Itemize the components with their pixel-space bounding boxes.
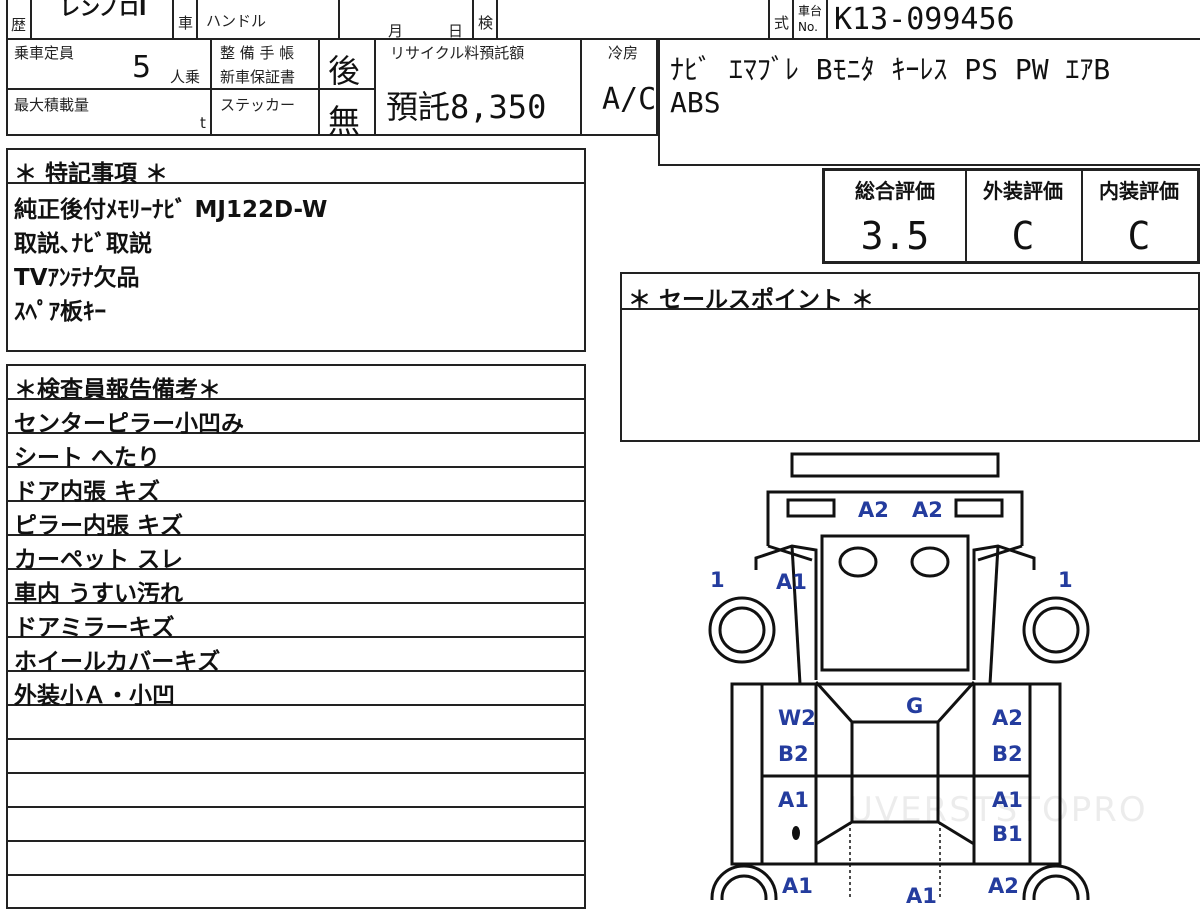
equipment-line-2: ABS — [670, 86, 721, 119]
report-line: ドアミラーキズ — [14, 615, 175, 641]
capacity-unit: 人乗 — [170, 68, 201, 86]
damage-mark: A1 — [776, 570, 807, 594]
damage-mark: 1 — [1058, 568, 1073, 592]
damage-mark: W2 — [778, 706, 816, 730]
chassis-label-top: 車台 — [798, 4, 823, 18]
capacity-label: 乗車定員 — [14, 44, 75, 62]
car-damage-diagram — [708, 452, 1090, 900]
report-line: ホイールカバーキズ — [14, 649, 221, 675]
damage-mark: B2 — [992, 742, 1023, 766]
recycle-value: 預託8,350 — [386, 88, 547, 126]
overall-grade-value: 3.5 — [860, 214, 930, 258]
max-load-unit: t — [200, 114, 206, 132]
overall-grade-label: 総合評価 — [855, 179, 935, 203]
capacity-value: 5 — [132, 50, 152, 85]
model-name: レンノロI — [60, 0, 147, 20]
report-line: 外装小Ａ・小凹 — [14, 683, 175, 709]
sticker-label: ステッカー — [220, 96, 296, 114]
special-note-line: TVｱﾝﾃﾅ欠品 — [14, 265, 140, 291]
damage-mark: A2 — [988, 874, 1019, 898]
exterior-grade-value: C — [1011, 214, 1035, 258]
special-note-line: 純正後付ﾒﾓﾘｰﾅﾋﾞ MJ122D-W — [14, 197, 328, 223]
report-line: ピラー内張 キズ — [14, 513, 184, 539]
chassis-label-bottom: No. — [798, 20, 818, 34]
headlight-right — [910, 546, 950, 578]
front-bumper — [790, 452, 1000, 478]
damage-mark: 1 — [710, 568, 725, 592]
max-load-label: 最大積載量 — [14, 96, 90, 114]
special-notes-title: ＊ 特記事項 ＊ — [14, 161, 169, 187]
special-note-line: 取説､ﾅﾋﾞ取説 — [14, 231, 152, 257]
fender-left — [754, 544, 818, 680]
special-notes-box: ＊ 特記事項 ＊ 純正後付ﾒﾓﾘｰﾅﾋﾞ MJ122D-W 取説､ﾅﾋﾞ取説 T… — [6, 148, 586, 352]
handle-label: ハンドル — [206, 12, 267, 30]
grille-left — [786, 498, 836, 518]
damage-mark: A1 — [778, 788, 809, 812]
chassis-number: K13-099456 — [834, 2, 1015, 37]
maintenance-label-1: 整 備 手 帳 — [220, 44, 295, 62]
sales-point-box: ＊ セールスポイント ＊ — [620, 272, 1200, 442]
history-label: 歴 — [11, 16, 27, 34]
damage-mark: G — [906, 694, 924, 718]
grille-right — [954, 498, 1004, 518]
equipment-box: ﾅﾋﾞ ｴﾏﾌﾞﾚ Bﾓﾆﾀ ｷｰﾚｽ PS PW ｴｱB ABS — [658, 38, 1200, 166]
sticker-value: 無 — [328, 102, 361, 140]
damage-mark: A1 — [906, 884, 937, 908]
watermark: UVERSTSTOPRO — [848, 790, 1148, 830]
aircon-label: 冷房 — [608, 44, 639, 62]
damage-mark: A2 — [858, 498, 889, 522]
fender-right — [972, 544, 1036, 680]
report-line: カーペット スレ — [14, 547, 184, 573]
maintenance-label-2: 新車保証書 — [220, 68, 296, 86]
type-label: 式 — [774, 14, 790, 32]
damage-mark: A1 — [782, 874, 813, 898]
interior-grade-label: 内装評価 — [1099, 179, 1179, 203]
inspector-report-box: ＊検査員報告備考＊ センターピラー小凹み シート へたり ドア内張 キズ ピラー… — [6, 364, 586, 909]
aircon-value: A/C — [602, 82, 657, 117]
report-line: ドア内張 キズ — [14, 479, 161, 505]
header-row: 歴 レンノロI 車 ハンドル 月 日 検 式 車台 No. K13-099456 — [6, 0, 1200, 40]
headlight-left — [838, 546, 878, 578]
recycle-label: リサイクル料預託額 — [390, 44, 525, 62]
report-line: シート へたり — [14, 445, 161, 471]
sales-point-title: ＊ セールスポイント ＊ — [628, 287, 875, 313]
exterior-grade-label: 外装評価 — [983, 179, 1063, 203]
special-note-line: ｽﾍﾟｱ板ｷｰ — [14, 299, 106, 325]
report-line: 車内 うすい汚れ — [14, 581, 184, 607]
damage-mark: A2 — [912, 498, 943, 522]
interior-grade-value: C — [1127, 214, 1151, 258]
report-line: センターピラー小凹み — [14, 411, 244, 437]
specs-block: 乗車定員 5 人乗 整 備 手 帳 新車保証書 後 最大積載量 t ステッカー … — [6, 38, 658, 140]
maintenance-value: 後 — [328, 52, 361, 90]
damage-mark: A2 — [992, 706, 1023, 730]
inspection-label: 検 — [478, 14, 494, 32]
damage-mark: B2 — [778, 742, 809, 766]
grades-box: 総合評価 外装評価 内装評価 3.5 C C — [822, 168, 1200, 264]
car-label: 車 — [178, 14, 194, 32]
equipment-line-1: ﾅﾋﾞ ｴﾏﾌﾞﾚ Bﾓﾆﾀ ｷｰﾚｽ PS PW ｴｱB — [670, 53, 1111, 86]
